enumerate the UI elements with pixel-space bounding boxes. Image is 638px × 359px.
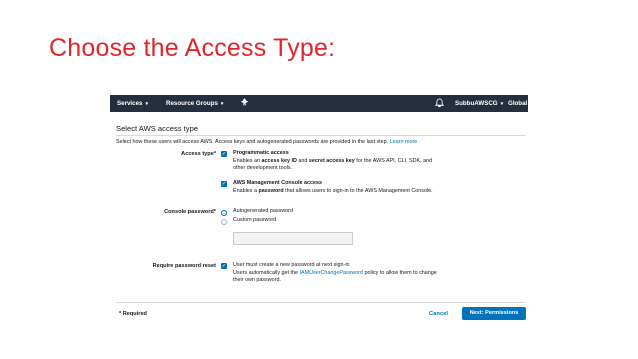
chevron-down-icon: ▾: [500, 101, 504, 107]
programmatic-access-title: Programmatic access: [233, 150, 289, 156]
console-desc: Enables a: [233, 187, 259, 194]
divider: [116, 135, 526, 136]
custom-password-radio[interactable]: [221, 219, 227, 225]
divider: [116, 302, 526, 303]
autogenerated-password-label: Autogenerated password: [233, 208, 293, 214]
check-icon: ✓: [221, 181, 227, 187]
require-password-reset-checkbox[interactable]: ✓: [221, 263, 227, 269]
console-password-label: Console password*: [164, 209, 216, 215]
learn-more-link[interactable]: Learn more: [390, 139, 418, 145]
services-menu[interactable]: Services ▾: [117, 100, 148, 107]
programmatic-desc-bold: secret access key: [308, 157, 355, 164]
programmatic-desc-bold: access key ID: [261, 157, 297, 164]
account-label: SubbuAWSCG: [455, 100, 498, 107]
next-permissions-button[interactable]: Next: Permissions: [462, 307, 526, 320]
programmatic-desc: other development tools.: [233, 165, 293, 172]
autogenerated-password-radio[interactable]: [221, 210, 227, 216]
console-desc: that allows users to sign-in to the AWS …: [283, 187, 433, 194]
password-reset-description: User must create a new password at next …: [233, 262, 437, 285]
section-title: Select AWS access type: [116, 124, 199, 133]
services-label: Services: [117, 100, 143, 107]
programmatic-desc: and: [296, 157, 309, 164]
access-type-label: Access type*: [181, 151, 216, 157]
programmatic-desc: for the AWS API, CLI, SDK, and: [354, 157, 433, 164]
required-note: * Required: [119, 311, 147, 317]
region-menu[interactable]: Global: [508, 100, 527, 107]
password-reset-line: their own password.: [233, 277, 281, 284]
console-access-option: AWS Management Console access Enables a …: [233, 180, 433, 195]
intro-text: Select how these users will access AWS. …: [116, 139, 417, 145]
password-reset-line: policy to allow them to change: [363, 269, 437, 276]
require-password-reset-label: Require password reset: [152, 263, 216, 269]
slide-title: Choose the Access Type:: [49, 34, 336, 62]
password-reset-line: Users automatically get the: [233, 269, 300, 276]
resource-groups-menu[interactable]: Resource Groups ▾: [166, 100, 223, 107]
programmatic-access-option: Programmatic access Enables an access ke…: [233, 150, 432, 173]
custom-password-input[interactable]: [233, 232, 353, 245]
iam-policy-link[interactable]: IAMUserChangePassword: [300, 270, 364, 276]
top-navbar: Services ▾ Resource Groups ▾ SubbuAWSCG ▾ G…: [110, 95, 528, 112]
intro-description: Select how these users will access AWS. …: [116, 139, 389, 145]
password-reset-line: User must create a new password at next …: [233, 262, 350, 268]
check-icon: ✓: [221, 151, 227, 157]
chevron-down-icon: ▾: [220, 101, 224, 107]
cancel-button[interactable]: Cancel: [429, 311, 448, 317]
custom-password-label: Custom password: [233, 217, 277, 223]
chevron-down-icon: ▾: [145, 101, 148, 107]
aws-console-screenshot: Services ▾ Resource Groups ▾ SubbuAWSCG ▾ G…: [110, 95, 528, 323]
programmatic-access-checkbox[interactable]: ✓: [221, 151, 227, 157]
console-access-title: AWS Management Console access: [233, 180, 322, 186]
pin-icon[interactable]: [240, 98, 249, 109]
check-icon: ✓: [221, 263, 227, 269]
console-access-checkbox[interactable]: ✓: [221, 181, 227, 187]
bell-icon[interactable]: [434, 98, 445, 110]
resource-groups-label: Resource Groups: [166, 100, 218, 107]
programmatic-desc: Enables an: [233, 157, 262, 164]
console-desc-bold: password: [258, 187, 284, 194]
account-menu[interactable]: SubbuAWSCG ▾: [455, 100, 503, 107]
